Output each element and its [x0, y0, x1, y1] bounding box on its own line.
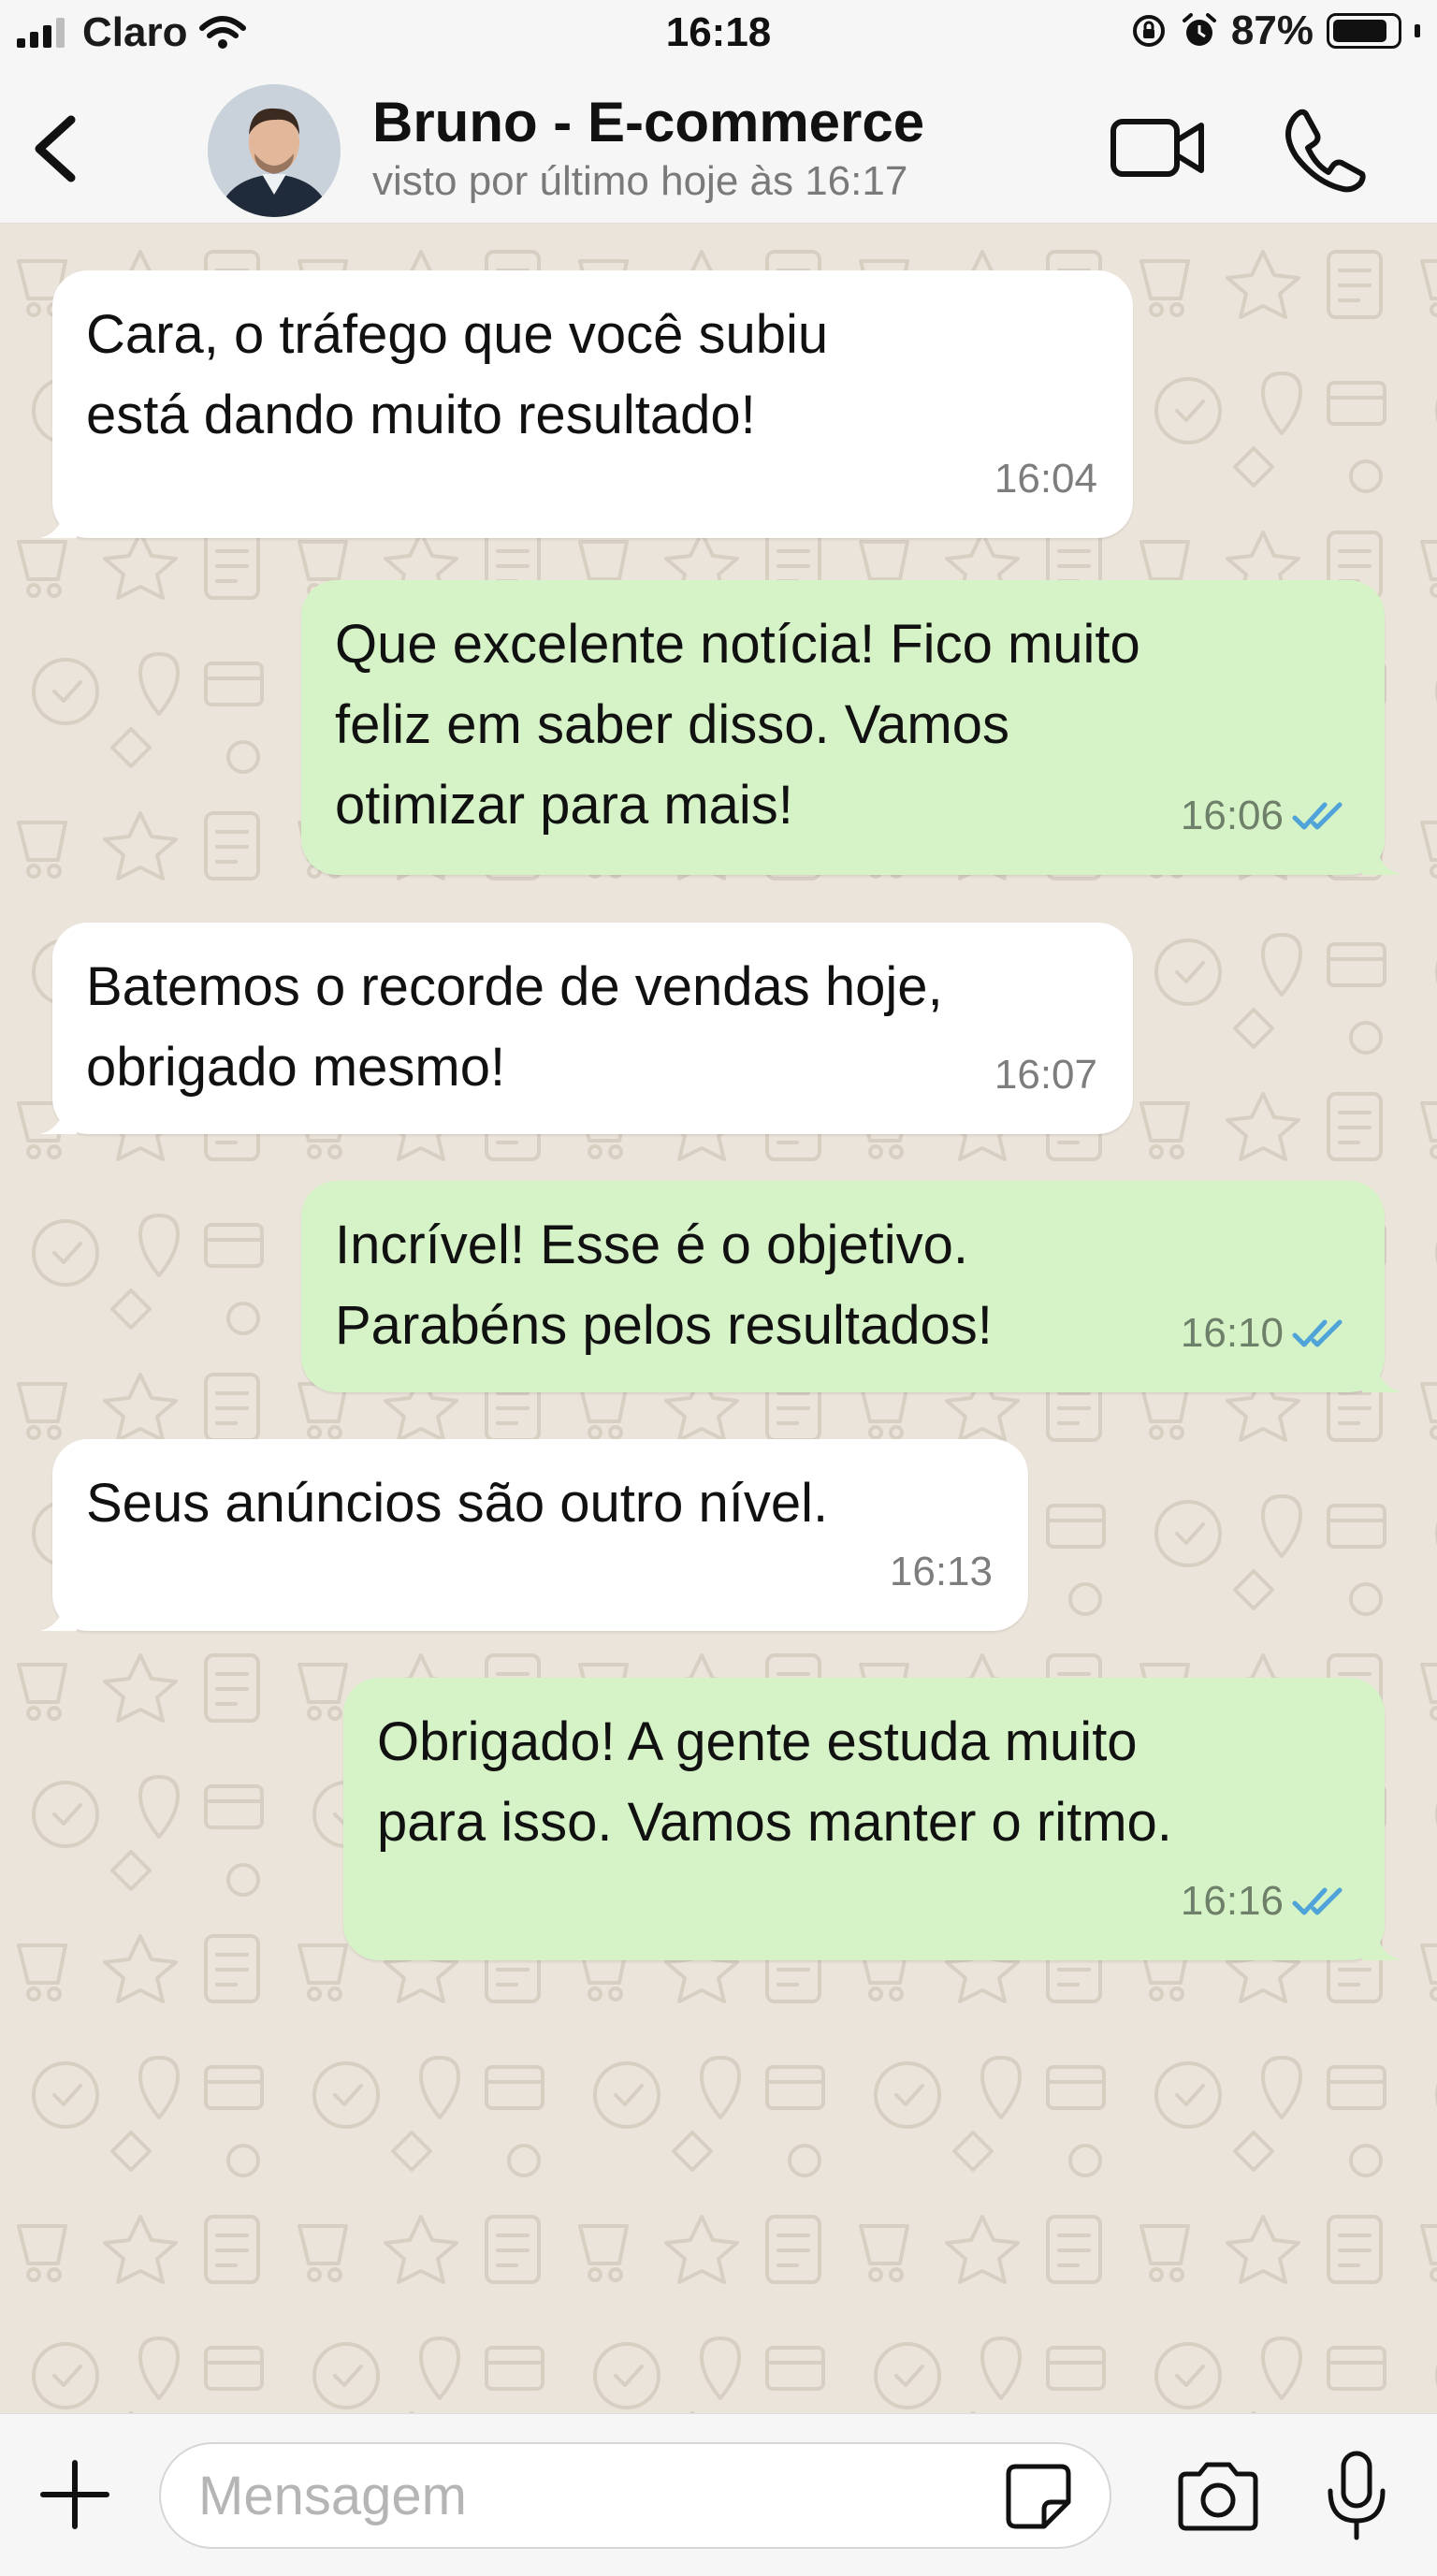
bubble-tail	[39, 1594, 77, 1631]
sticker-icon[interactable]	[1003, 2461, 1074, 2532]
last-seen-status: visto por último hoje às 16:17	[372, 158, 908, 204]
microphone-icon[interactable]	[1319, 2450, 1394, 2543]
message-bubble-incoming[interactable]: Batemos o recorde de vendas hoje, obriga…	[39, 923, 1133, 1134]
read-receipt-icon	[1292, 1887, 1343, 1915]
avatar-image	[208, 84, 341, 217]
plus-icon[interactable]	[37, 2457, 112, 2532]
contact-name[interactable]: Bruno - E-commerce	[372, 90, 924, 154]
message-composer	[0, 2413, 1437, 2576]
message-input[interactable]	[159, 2442, 1111, 2549]
camera-icon[interactable]	[1173, 2459, 1263, 2534]
message-time: 16:06	[1180, 793, 1284, 838]
message-bubble-outgoing[interactable]: Que excelente notícia! Fico muito feliz …	[301, 580, 1403, 875]
message-time: 16:10	[1180, 1310, 1284, 1356]
battery-fill	[1333, 20, 1386, 42]
battery-percent: 87%	[1230, 7, 1314, 53]
message-time: 16:16	[1180, 1878, 1284, 1924]
alarm-icon	[1182, 13, 1216, 46]
orientation-lock-icon	[1132, 15, 1165, 47]
message-bubble-outgoing[interactable]: Obrigado! A gente estuda muito para isso…	[343, 1678, 1403, 1960]
chat-header: Bruno - E-commerce visto por último hoje…	[0, 73, 1437, 224]
chat-area[interactable]: Cara, o tráfego que você subiu está dand…	[0, 224, 1437, 2413]
message-text: Obrigado! A gente estuda muito para isso…	[377, 1711, 1172, 1853]
message-text: Batemos o recorde de vendas hoje, obriga…	[86, 956, 943, 1098]
message-bubble-outgoing[interactable]: Incrível! Esse é o objetivo. Parabéns pe…	[301, 1181, 1403, 1392]
bubble-tail	[1362, 837, 1403, 875]
battery-cap	[1415, 24, 1420, 37]
message-time: 16:13	[889, 1549, 993, 1594]
bubble-tail	[1362, 1355, 1403, 1392]
read-receipt-icon	[1292, 1319, 1343, 1347]
bubble-tail	[1362, 1923, 1403, 1960]
avatar[interactable]	[208, 84, 341, 217]
message-time: 16:07	[994, 1052, 1097, 1098]
message-bubble-incoming[interactable]: Cara, o tráfego que você subiu está dand…	[39, 270, 1133, 538]
status-bar: Claro 16:18 87%	[0, 0, 1437, 73]
status-right: 87%	[1130, 7, 1420, 54]
bubble-tail	[39, 1097, 77, 1134]
video-camera-icon[interactable]	[1110, 114, 1207, 182]
battery-icon	[1327, 13, 1401, 49]
message-text: Cara, o tráfego que você subiu está dand…	[86, 304, 829, 445]
read-receipt-icon	[1292, 802, 1343, 830]
message-text: Seus anúncios são outro nível.	[86, 1473, 829, 1534]
message-bubble-incoming[interactable]: Seus anúncios são outro nível. 16:13	[39, 1439, 1028, 1631]
message-time: 16:04	[994, 456, 1097, 502]
bubble-tail	[39, 501, 77, 538]
phone-icon[interactable]	[1284, 107, 1370, 193]
back-arrow-icon[interactable]	[19, 107, 94, 191]
